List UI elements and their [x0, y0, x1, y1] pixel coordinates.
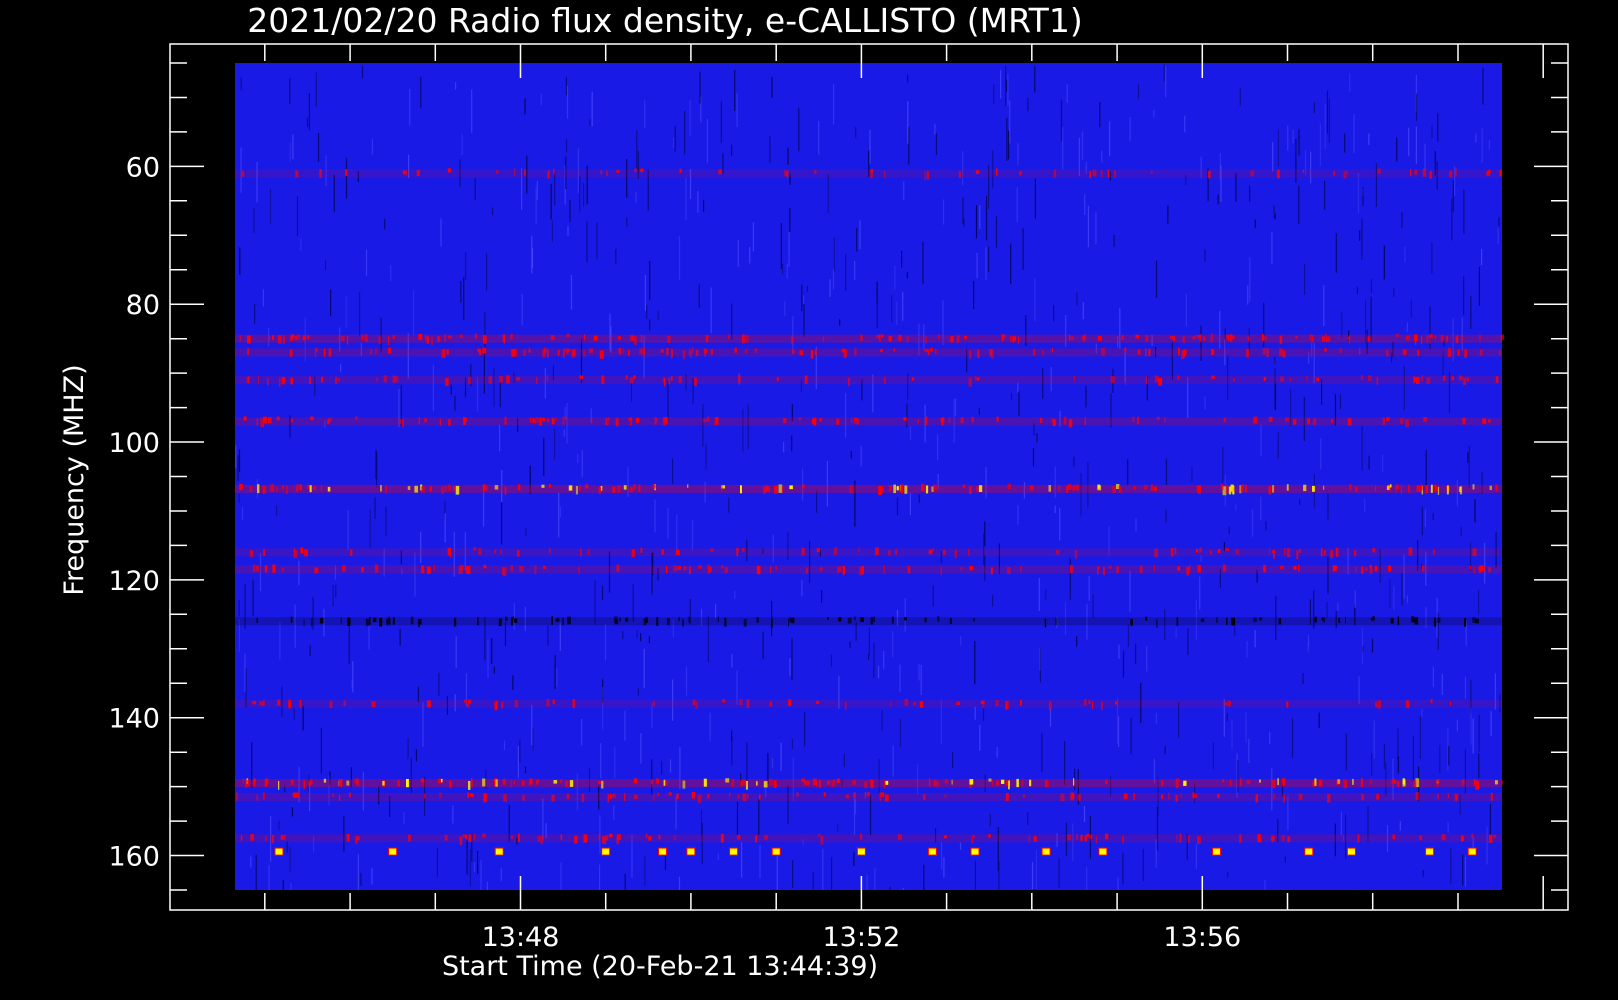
y-tick-label: 80	[126, 290, 160, 321]
chart-title: 2021/02/20 Radio flux density, e-CALLIST…	[247, 1, 1082, 40]
burst-11	[1041, 847, 1051, 856]
burst-16	[1425, 847, 1435, 856]
burst-4	[658, 847, 667, 856]
y-tick-label: 140	[108, 704, 160, 735]
y-tick-label: 60	[126, 152, 160, 183]
burst-6	[729, 847, 739, 856]
spectrogram-chart: 2021/02/20 Radio flux density, e-CALLIST…	[0, 0, 1618, 1000]
x-tick-label: 13:56	[1163, 922, 1241, 953]
burst-10	[970, 847, 980, 856]
y-tick-label: 100	[108, 428, 160, 459]
burst-8	[856, 847, 866, 856]
y-tick-label: 160	[108, 842, 160, 873]
burst-13	[1212, 847, 1221, 856]
burst-0	[274, 847, 284, 856]
burst-1	[388, 847, 398, 856]
burst-12	[1098, 847, 1108, 856]
burst-5	[686, 847, 696, 856]
burst-9	[927, 847, 937, 856]
x-tick-label: 13:52	[822, 922, 900, 953]
burst-7	[771, 847, 781, 856]
plot-area	[235, 63, 1505, 890]
y-axis-label: Frequency (MHZ)	[59, 364, 90, 595]
y-tick-label: 120	[108, 566, 160, 597]
burst-14	[1304, 847, 1314, 856]
burst-2	[494, 847, 504, 856]
burst-17	[1467, 847, 1477, 856]
burst-15	[1346, 847, 1356, 856]
spectrogram-image	[235, 63, 1502, 890]
x-tick-label: 13:48	[482, 922, 560, 953]
burst-3	[601, 847, 611, 856]
x-axis-label: Start Time (20-Feb-21 13:44:39)	[442, 951, 878, 982]
